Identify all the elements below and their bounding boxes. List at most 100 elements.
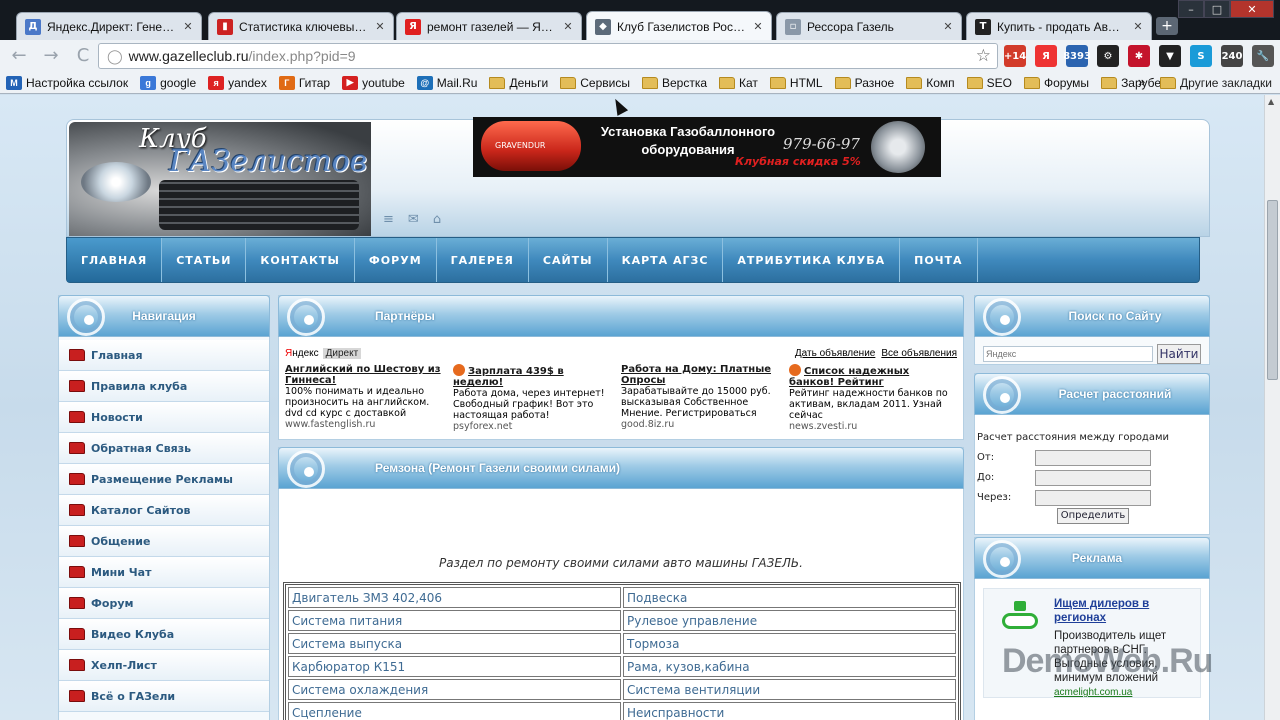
ad-title[interactable]: Зарплата 439$ в неделю!	[453, 364, 615, 388]
bookmark-10[interactable]: Кат	[713, 76, 764, 90]
repair-section-link[interactable]: Карбюратор К151	[288, 656, 621, 677]
bookmarks-more-button[interactable]: »	[1138, 74, 1145, 89]
tab-3[interactable]: Яремонт газелей — Яндекс... ✕	[396, 12, 582, 40]
tab-5[interactable]: ▫ Рессора Газель ✕	[776, 12, 962, 40]
menu-item-8[interactable]: АТРИБУТИКА КЛУБА	[723, 238, 901, 282]
dealer-ad-host[interactable]: acmelight.com.ua	[1054, 687, 1132, 698]
menu-item-3[interactable]: КОНТАКТЫ	[246, 238, 355, 282]
partner-ad-2[interactable]: Зарплата 439$ в неделю! Работа дома, чере…	[453, 364, 621, 432]
menu-item-2[interactable]: СТАТЬИ	[162, 238, 247, 282]
menu-item-6[interactable]: САЙТЫ	[529, 238, 608, 282]
mail-icon[interactable]: ✉	[408, 212, 419, 227]
menu-item-5[interactable]: ГАЛЕРЕЯ	[437, 238, 529, 282]
repair-section-link[interactable]: Тормоза	[623, 633, 956, 654]
partner-ad-4[interactable]: Список надежных банков! Рейтинг Рейтинг н…	[789, 364, 957, 432]
bookmark-5[interactable]: ▶ youtube	[336, 75, 411, 90]
nav-item-12[interactable]: Всё о ГАЗели	[59, 681, 269, 712]
to-input[interactable]	[1035, 470, 1151, 486]
pocket-icon[interactable]: ▼	[1159, 45, 1181, 67]
bookmark-4[interactable]: Г Гитар	[273, 75, 336, 90]
bookmark-3[interactable]: я yandex	[202, 75, 273, 90]
tab-4[interactable]: ◆ Клуб Газелистов России ::... ✕	[586, 11, 772, 41]
direct-label[interactable]: Директ	[322, 347, 362, 359]
repair-section-link[interactable]: Сцепление	[288, 702, 621, 720]
menu-item-7[interactable]: КАРТА АГЗС	[608, 238, 724, 282]
gas-equipment-banner[interactable]: GRAVENDUR Установка Газобаллонного обору…	[473, 117, 941, 177]
wrench-icon[interactable]: 🔧	[1252, 45, 1274, 67]
mail-badge-icon[interactable]: +14	[1004, 45, 1026, 67]
nav-item-7[interactable]: Общение	[59, 526, 269, 557]
partner-ad-3[interactable]: Работа на Дому: Платные Опросы Зарабатыва…	[621, 364, 789, 432]
other-bookmarks[interactable]: Другие закладки	[1160, 76, 1272, 90]
tab-close-icon[interactable]: ✕	[941, 20, 955, 33]
site-search-input[interactable]	[983, 346, 1153, 362]
menu-item-1[interactable]: ГЛАВНАЯ	[67, 238, 163, 282]
maximize-button[interactable]: □	[1204, 0, 1230, 18]
ad-title[interactable]: Английский по Шестову из Гиннеса!	[285, 364, 447, 386]
yandex-brand[interactable]: Яндекс	[285, 348, 319, 359]
repair-section-link[interactable]: Неисправности	[623, 702, 956, 720]
nav-item-2[interactable]: Правила клуба	[59, 371, 269, 402]
new-tab-button[interactable]: +	[1156, 17, 1178, 35]
snowflake-icon[interactable]: ✱	[1128, 45, 1150, 67]
repair-section-link[interactable]: Двигатель ЗМЗ 402,406	[288, 587, 621, 608]
nav-item-11[interactable]: Хелп-Лист	[59, 650, 269, 681]
page-scrollbar[interactable]: ▲	[1264, 95, 1280, 720]
nav-item-6[interactable]: Каталог Сайтов	[59, 495, 269, 526]
close-window-button[interactable]: ✕	[1230, 0, 1274, 18]
yandex-bar-icon[interactable]: Я	[1035, 45, 1057, 67]
tab-close-icon[interactable]: ✕	[373, 20, 387, 33]
tab-close-icon[interactable]: ✕	[751, 20, 765, 33]
bookmark-star-icon[interactable]: ☆	[976, 46, 991, 66]
bookmark-15[interactable]: Форумы	[1018, 76, 1095, 90]
all-ads-link[interactable]: Все объявления	[881, 348, 957, 359]
bookmark-9[interactable]: Верстка	[636, 76, 713, 90]
calculate-button[interactable]: Определить	[1057, 508, 1129, 524]
nav-item-3[interactable]: Новости	[59, 402, 269, 433]
bookmark-2[interactable]: g google	[134, 75, 202, 90]
bookmark-7[interactable]: Деньги	[483, 76, 554, 90]
nav-item-5[interactable]: Размещение Рекламы	[59, 464, 269, 495]
scrollbar-thumb[interactable]	[1267, 200, 1278, 380]
tab-close-icon[interactable]: ✕	[1131, 20, 1145, 33]
ad-title[interactable]: Список надежных банков! Рейтинг	[789, 364, 951, 388]
bookmark-8[interactable]: Сервисы	[554, 76, 636, 90]
repair-section-link[interactable]: Рама, кузов,кабина	[623, 656, 956, 677]
settings-icon[interactable]: ⚙	[1097, 45, 1119, 67]
repair-section-link[interactable]: Рулевое управление	[623, 610, 956, 631]
bookmark-13[interactable]: Комп	[900, 76, 960, 90]
bookmark-6[interactable]: @ Mail.Ru	[411, 75, 484, 90]
tab-close-icon[interactable]: ✕	[181, 20, 195, 33]
address-bar[interactable]: ◯ www.gazelleclub.ru/index.php?pid=9 ☆	[98, 43, 998, 69]
counter-icon[interactable]: 8393	[1063, 45, 1091, 67]
bookmark-1[interactable]: M Настройка ссылок	[0, 75, 134, 90]
give-ad-link[interactable]: Дать объявление	[795, 348, 875, 359]
tab-1[interactable]: Д Яндекс.Директ: Генерато... ✕	[16, 12, 202, 40]
scroll-up-icon[interactable]: ▲	[1268, 97, 1274, 106]
bookmark-14[interactable]: SEO	[961, 76, 1018, 90]
skype-icon[interactable]: S	[1190, 45, 1212, 67]
search-button[interactable]: Найти	[1157, 344, 1201, 364]
menu-item-9[interactable]: ПОЧТА	[900, 238, 978, 282]
repair-section-link[interactable]: Система питания	[288, 610, 621, 631]
menu-item-4[interactable]: ФОРУМ	[355, 238, 437, 282]
repair-section-link[interactable]: Система охлаждения	[288, 679, 621, 700]
partner-ad-1[interactable]: Английский по Шестову из Гиннеса! 100% по…	[285, 364, 453, 432]
tab-2[interactable]: ▮ Статистика ключевых сло... ✕	[208, 12, 394, 40]
nav-item-9[interactable]: Форум	[59, 588, 269, 619]
bookmark-11[interactable]: HTML	[764, 76, 829, 90]
via-input[interactable]	[1035, 490, 1151, 506]
tab-close-icon[interactable]: ✕	[561, 20, 575, 33]
repair-section-link[interactable]: Подвеска	[623, 587, 956, 608]
nav-item-1[interactable]: Главная	[59, 340, 269, 371]
repair-section-link[interactable]: Система вентиляции	[623, 679, 956, 700]
repair-section-link[interactable]: Система выпуска	[288, 633, 621, 654]
screen-icon[interactable]: 240	[1221, 45, 1243, 67]
back-button[interactable]: ←	[6, 43, 32, 69]
dealer-ad-title[interactable]: Ищем дилеров в регионах	[1054, 597, 1194, 625]
ad-title[interactable]: Работа на Дому: Платные Опросы	[621, 364, 783, 386]
bookmark-12[interactable]: Разное	[829, 76, 901, 90]
nav-item-8[interactable]: Мини Чат	[59, 557, 269, 588]
nav-item-10[interactable]: Видео Клуба	[59, 619, 269, 650]
minimize-button[interactable]: –	[1178, 0, 1204, 18]
